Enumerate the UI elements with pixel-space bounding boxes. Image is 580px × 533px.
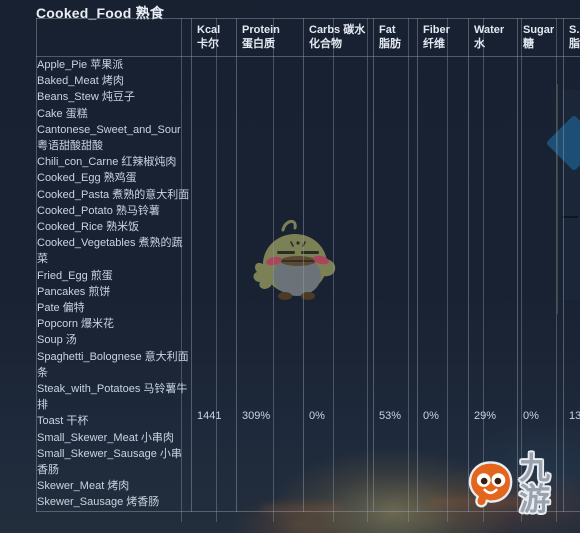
value-sugar: 0% <box>523 410 539 422</box>
watermark-text: 九游 <box>519 451 550 517</box>
value-cell-sfat: 135% <box>563 56 580 512</box>
watermark: 九游 <box>466 451 578 517</box>
value-cell-fiber: 0% <box>417 56 469 512</box>
list-item: Chili_con_Carne 红辣椒炖肉 <box>37 156 177 169</box>
nutrition-table: Kcal 卡尔 Protein 蛋白质 Carbs 碳水 化合物 Fat 脂肪 … <box>36 18 580 512</box>
table-row: Apple_Pie 苹果派 Baked_Meat 烤肉 Beans_Stew 炖豆子… <box>36 56 580 512</box>
value-cell-kcal: 1441 <box>191 56 237 512</box>
column-header-sfat-en: S.Fat <box>569 24 580 36</box>
list-item: Fried_Egg 煎蛋 <box>37 269 113 282</box>
column-header-protein-en: Protein <box>242 24 280 36</box>
list-item: Skewer_Meat 烤肉 <box>37 480 130 493</box>
column-header-name <box>36 18 192 57</box>
list-item: Cooked_Egg 熟鸡蛋 <box>37 172 137 185</box>
list-item: Skewer_Sausage 烤香肠 <box>37 496 160 509</box>
value-fat: 53% <box>379 410 402 422</box>
column-header-kcal-en: Kcal <box>197 24 221 36</box>
column-header-kcal-zh: 卡尔 <box>197 38 219 50</box>
column-header-sfat: S.Fat 脂肪 <box>563 18 580 57</box>
column-header-carbs-en: Carbs 碳水 <box>309 24 366 36</box>
list-item: Soup 汤 <box>37 334 77 347</box>
column-header-sugar-en: Sugar <box>523 24 555 36</box>
value-cell-carbs: 0% <box>303 56 374 512</box>
value-protein: 309% <box>242 410 271 422</box>
list-item: Baked_Meat 烤肉 <box>37 75 124 88</box>
table-header: Kcal 卡尔 Protein 蛋白质 Carbs 碳水 化合物 Fat 脂肪 … <box>36 18 580 57</box>
column-header-water-zh: 水 <box>474 38 485 50</box>
list-item: Cantonese_Sweet_and_Sour 粤语甜酸甜酸 <box>37 123 181 153</box>
column-header-water-en: Water <box>474 24 505 36</box>
list-item: Cooked_Rice 熟米饭 <box>37 221 140 234</box>
list-item: Pate 偏特 <box>37 302 85 315</box>
column-header-water: Water 水 <box>468 18 518 57</box>
list-item: Cooked_Potato 熟马铃薯 <box>37 204 160 217</box>
list-item: Cake 蛋糕 <box>37 107 88 120</box>
list-item: Toast 干杯 <box>37 415 89 428</box>
value-sfat: 135% <box>569 410 580 422</box>
value-water: 29% <box>474 410 497 422</box>
list-item: Spaghetti_Bolognese 意大利面条 <box>37 350 189 379</box>
list-item: Beans_Stew 炖豆子 <box>37 91 135 104</box>
table-body: Apple_Pie 苹果派 Baked_Meat 烤肉 Beans_Stew 炖豆子… <box>36 56 580 512</box>
column-header-fiber-zh: 纤维 <box>423 38 445 50</box>
value-cell-water: 29% <box>468 56 518 512</box>
column-header-protein: Protein 蛋白质 <box>236 18 304 57</box>
list-item: Small_Skewer_Sausage 小串香肠 <box>37 447 182 477</box>
value-carbs: 0% <box>309 410 325 422</box>
column-header-fiber: Fiber 纤维 <box>417 18 469 57</box>
column-header-sugar: Sugar 糖 <box>517 18 564 57</box>
column-header-fat: Fat 脂肪 <box>373 18 418 57</box>
value-cell-sugar: 0% <box>517 56 564 512</box>
jiuyou-mascot-icon <box>468 461 513 508</box>
table-header-row: Kcal 卡尔 Protein 蛋白质 Carbs 碳水 化合物 Fat 脂肪 … <box>36 18 580 57</box>
column-header-kcal: Kcal 卡尔 <box>191 18 237 57</box>
column-header-fiber-en: Fiber <box>423 24 450 36</box>
column-header-fat-zh: 脂肪 <box>379 38 401 50</box>
column-header-fat-en: Fat <box>379 24 396 36</box>
column-header-carbs-zh: 化合物 <box>309 38 342 50</box>
list-item: Steak_with_Potatoes 马铃薯牛排 <box>37 383 188 412</box>
list-item: Apple_Pie 苹果派 <box>37 59 124 71</box>
column-header-carbs: Carbs 碳水 化合物 <box>303 18 374 57</box>
food-item-list: Apple_Pie 苹果派 Baked_Meat 烤肉 Beans_Stew 炖豆子… <box>37 57 191 511</box>
value-cell-fat: 53% <box>373 56 418 512</box>
food-name-cell: Apple_Pie 苹果派 Baked_Meat 烤肉 Beans_Stew 炖豆子… <box>36 56 192 512</box>
game-screen: Cooked_Food 熟食 Kcal 卡尔 Protein 蛋白质 Carbs… <box>0 0 580 533</box>
list-item: Small_Skewer_Meat 小串肉 <box>37 431 174 444</box>
column-header-sugar-zh: 糖 <box>523 38 534 50</box>
column-header-protein-zh: 蛋白质 <box>242 38 275 50</box>
list-item: Pancakes 煎饼 <box>37 285 111 298</box>
value-kcal: 1441 <box>197 410 222 422</box>
list-item: Cooked_Vegetables 煮熟的蔬菜 <box>37 237 183 266</box>
value-cell-protein: 309% <box>236 56 304 512</box>
list-item: Cooked_Pasta 煮熟的意大利面 <box>37 188 190 201</box>
list-item: Popcorn 爆米花 <box>37 318 115 331</box>
value-fiber: 0% <box>423 410 439 422</box>
column-header-sfat-zh: 脂肪 <box>569 38 580 50</box>
